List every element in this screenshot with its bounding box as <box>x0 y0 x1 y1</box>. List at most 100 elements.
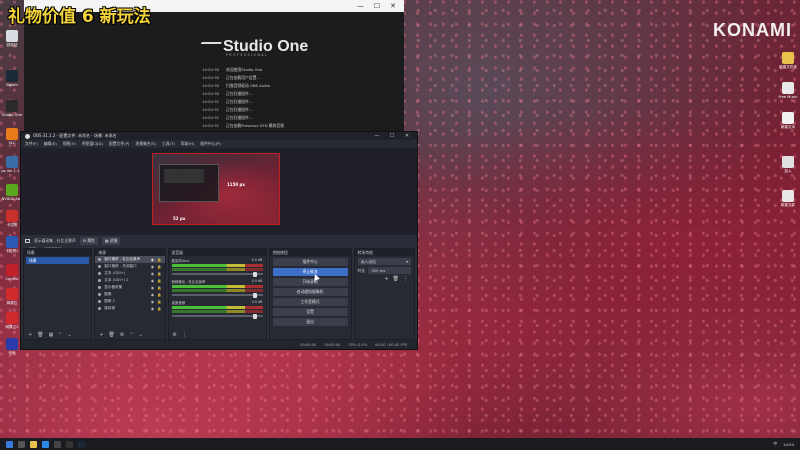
remove-scene-icon[interactable]: 🗑 <box>37 332 43 338</box>
plugin-center-button[interactable]: 插件中心 <box>272 258 348 266</box>
browser-icon[interactable] <box>42 440 49 448</box>
start-icon[interactable] <box>6 440 13 448</box>
source-item[interactable]: 文本 (GDI+) ◉ 🔒 <box>95 270 164 277</box>
move-down-icon[interactable]: ⌄ <box>68 332 72 338</box>
lock-icon[interactable]: 🔒 <box>157 286 161 290</box>
virtual-camera-button[interactable]: 启动虚拟摄像机 <box>272 288 348 296</box>
eye-icon[interactable]: ◉ <box>151 272 154 276</box>
lock-icon[interactable]: 🔒 <box>157 307 161 311</box>
volume-fader[interactable] <box>171 292 263 298</box>
add-scene-icon[interactable]: + <box>28 332 32 338</box>
menu-item[interactable]: 配置文件(P) <box>109 141 129 147</box>
context-bar: 显示器采集 - 杜比全景声 ⚙ 属性 ▦ 滤镜 <box>21 235 417 247</box>
language-indicator[interactable]: 中 <box>773 441 777 447</box>
studio-mode-button[interactable]: 工作室模式 <box>272 298 348 306</box>
explorer-icon[interactable] <box>30 440 37 448</box>
lock-icon[interactable]: 🔒 <box>157 293 161 297</box>
settings-button[interactable]: 设置 <box>272 308 348 316</box>
duration-input[interactable]: 300 ms <box>368 267 411 274</box>
filters-button[interactable]: ▦ 滤镜 <box>101 237 121 245</box>
scene-item[interactable]: 场景 <box>26 257 90 264</box>
menu-item[interactable]: 帮助(H) <box>181 141 194 147</box>
search-icon[interactable] <box>18 440 25 448</box>
log-time: 14:54:30 <box>202 83 220 88</box>
lock-icon[interactable]: 🔒 <box>157 258 161 262</box>
menu-item[interactable]: 工具(T) <box>162 141 175 147</box>
minimize-icon[interactable]: — <box>357 2 364 10</box>
menu-item[interactable]: 视图(V) <box>63 141 76 147</box>
lock-icon[interactable]: 🔒 <box>157 272 161 276</box>
add-source-icon[interactable]: + <box>99 332 103 338</box>
menu-item[interactable]: 停靠窗口(D) <box>82 141 103 147</box>
close-icon[interactable]: ✕ <box>401 133 413 139</box>
move-up-icon[interactable]: ⌃ <box>58 332 62 338</box>
stop-streaming-button[interactable]: 停止推流 <box>272 268 348 276</box>
source-item[interactable]: 图像 ◉ 🔒 <box>95 291 164 298</box>
source-settings-icon[interactable]: ⚙ <box>120 332 124 338</box>
desktop-icon[interactable]: 新建文件 <box>776 190 800 207</box>
log-text: 正在扫描插件... <box>226 107 253 112</box>
eye-icon[interactable]: ◉ <box>151 258 154 262</box>
desktop-icon[interactable]: 新建文本 <box>776 112 800 129</box>
menu-item[interactable]: 文件(F) <box>25 141 38 147</box>
desktop-icon-label: 新建文本 <box>780 125 796 129</box>
recycle-bin-icon <box>6 30 18 42</box>
preview-canvas[interactable]: 1150 px 52 px <box>152 153 280 225</box>
add-transition-icon[interactable]: + <box>384 276 388 282</box>
steam-taskbar-icon[interactable] <box>78 440 85 448</box>
source-item[interactable]: 文本 (GDI+) 2 ◉ 🔒 <box>95 277 164 284</box>
lock-icon[interactable]: 🔒 <box>157 300 161 304</box>
desktop-icon[interactable]: Free Music <box>776 82 800 99</box>
remove-transition-icon[interactable]: 🗑 <box>393 276 399 282</box>
desktop-icon[interactable]: Steam <box>0 70 24 87</box>
sources-dock-title: 来源 <box>95 249 165 256</box>
eye-icon[interactable]: ◉ <box>151 300 154 304</box>
eye-icon[interactable]: ◉ <box>151 293 154 297</box>
minimize-icon[interactable]: — <box>371 133 383 139</box>
clock[interactable]: 14:54 <box>783 442 794 447</box>
source-item[interactable]: 窗口捕获 - 杜比全景声 ◉ 🔒 <box>95 256 165 263</box>
menu-item[interactable]: 场景集合(S) <box>135 141 156 147</box>
source-item[interactable]: 媒体源 ◉ 🔒 <box>95 305 164 312</box>
source-item[interactable]: 图像 2 ◉ 🔒 <box>95 298 164 305</box>
mixer-menu-icon[interactable]: ⋮ <box>182 332 187 338</box>
volume-meter <box>171 306 263 309</box>
close-icon[interactable]: ✕ <box>390 2 396 10</box>
move-up-icon[interactable]: ⌃ <box>129 332 133 338</box>
obs-taskbar-icon[interactable] <box>54 440 61 448</box>
desktop-icon[interactable]: 回收站 <box>0 30 24 47</box>
source-type-icon <box>98 279 102 282</box>
eye-icon[interactable]: ◉ <box>151 286 154 290</box>
transition-select[interactable]: 淡入淡出 ▾ <box>357 258 411 265</box>
remove-source-icon[interactable]: 🗑 <box>108 332 114 338</box>
volume-fader[interactable] <box>171 271 263 277</box>
eye-icon[interactable]: ◉ <box>151 307 154 311</box>
music-icon <box>782 82 794 94</box>
eye-icon[interactable]: ◉ <box>151 265 154 269</box>
source-item[interactable]: 窗口捕获 - 关闭窗口 ◉ 🔒 <box>95 263 164 270</box>
desktop-icon[interactable]: Studio One <box>0 100 24 117</box>
move-down-icon[interactable]: ⌄ <box>139 332 143 338</box>
maximize-icon[interactable]: ☐ <box>386 133 398 139</box>
desktop-icon[interactable]: 新建文件夹 <box>776 52 800 69</box>
log-row: 14:54:30 正在扫描插件... <box>202 90 284 98</box>
desktop-icon[interactable]: 加入 <box>776 156 800 173</box>
scene-filter-icon[interactable]: ▦ <box>49 332 54 338</box>
studio-one-taskbar-icon[interactable] <box>66 440 73 448</box>
start-recording-button[interactable]: 开始录制 <box>272 278 348 286</box>
mixer-settings-icon[interactable]: ⚙ <box>173 332 177 338</box>
log-time: 14:54:30 <box>202 67 220 72</box>
eye-icon[interactable]: ◉ <box>151 279 154 283</box>
exit-button[interactable]: 退出 <box>272 318 348 326</box>
source-item[interactable]: 显示器采集 ◉ 🔒 <box>95 284 164 291</box>
channel-level: 0.0 dB <box>251 300 263 304</box>
volume-fader[interactable] <box>171 313 263 319</box>
menu-item[interactable]: 编辑(E) <box>44 141 57 147</box>
properties-button[interactable]: ⚙ 属性 <box>79 237 98 245</box>
cpu-status: CPU: 0.5% <box>348 342 368 347</box>
maximize-icon[interactable]: ☐ <box>374 2 380 10</box>
menu-item[interactable]: 插件中心(P) <box>200 141 220 147</box>
lock-icon[interactable]: 🔒 <box>157 279 161 283</box>
transition-menu-icon[interactable]: ⋮ <box>403 276 408 282</box>
lock-icon[interactable]: 🔒 <box>157 265 161 269</box>
